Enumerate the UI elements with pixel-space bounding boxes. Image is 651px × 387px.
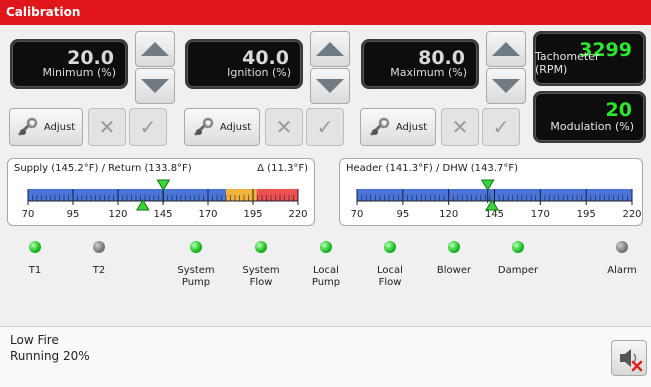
supply-return-gauge: Supply (145.2°F) / Return (133.8°F) Δ (1… xyxy=(7,158,315,226)
supply-return-tick-label: 95 xyxy=(67,209,80,220)
supply-return-scale-band xyxy=(256,189,298,201)
status-led-system xyxy=(190,241,202,253)
ignition-label: Ignition (%) xyxy=(227,66,291,79)
status-led-label: Damper xyxy=(497,265,539,276)
status-led-blower xyxy=(448,241,460,253)
status-led-label: T1 xyxy=(28,265,42,276)
status-led-alarm xyxy=(616,241,628,253)
status-led-local xyxy=(384,241,396,253)
maximum-down-button[interactable] xyxy=(486,68,526,104)
supply-return-tick-label: 195 xyxy=(243,209,262,220)
header-dhw-scale: 70 95 120 145 170 195 220 xyxy=(351,179,642,220)
minimum-confirm-button[interactable]: ✓ xyxy=(129,108,167,146)
header-dhw-tick-label: 220 xyxy=(622,209,641,220)
x-icon: ✕ xyxy=(275,115,293,139)
supply-return-scale: 70 95 120 145 170 195 220 xyxy=(22,179,308,220)
arrow-down-icon xyxy=(492,79,520,93)
header-dhw-gauge: Header (141.3°F) / DHW (143.7°F) 70 95 120… xyxy=(339,158,643,226)
status-led-label: System Flow xyxy=(242,265,280,288)
supply-return-tick-label: 170 xyxy=(198,209,217,220)
minimum-down-button[interactable] xyxy=(135,68,175,104)
supply-return-tick-label: 70 xyxy=(22,209,35,220)
status-led-t1 xyxy=(29,241,41,253)
supply-return-tick-label: 220 xyxy=(288,209,307,220)
wrench-icon xyxy=(194,117,214,136)
header-dhw-tick-label: 170 xyxy=(531,209,550,220)
status-led-local xyxy=(320,241,332,253)
status-led-label: Blower xyxy=(436,265,472,276)
maximum-cancel-button[interactable]: ✕ xyxy=(441,108,479,146)
arrow-down-icon xyxy=(141,79,169,93)
arrow-up-icon xyxy=(316,42,344,56)
status-led-t2 xyxy=(93,241,105,253)
ignition-display: 40.0 Ignition (%) xyxy=(185,39,303,89)
maximum-confirm-button[interactable]: ✓ xyxy=(482,108,520,146)
maximum-label: Maximum (%) xyxy=(390,66,467,79)
header-dhw-tick-label: 70 xyxy=(351,209,364,220)
ignition-up-button[interactable] xyxy=(310,31,350,67)
status-line-1: Low Fire xyxy=(10,333,59,347)
tachometer-label: Tachometer (RPM) xyxy=(535,50,600,76)
wrench-icon xyxy=(18,117,38,136)
supply-return-marker-down xyxy=(156,179,171,191)
minimum-label: Minimum (%) xyxy=(42,66,116,79)
speaker-mute-icon xyxy=(620,349,643,372)
minimum-up-button[interactable] xyxy=(135,31,175,67)
supply-return-tick-label: 120 xyxy=(108,209,127,220)
maximum-up-button[interactable] xyxy=(486,31,526,67)
wrench-icon xyxy=(370,117,390,136)
adjust-label: Adjust xyxy=(219,121,252,133)
header-dhw-tick-label: 120 xyxy=(439,209,458,220)
header-dhw-marker-down xyxy=(480,179,495,191)
ignition-confirm-button[interactable]: ✓ xyxy=(306,108,344,146)
status-led-label: Alarm xyxy=(607,265,637,276)
check-icon: ✓ xyxy=(139,115,157,139)
window-title: Calibration xyxy=(6,5,81,19)
header-dhw-tick-label: 195 xyxy=(577,209,596,220)
mute-button[interactable] xyxy=(611,340,647,376)
modulation-value: 20 xyxy=(605,99,632,121)
arrow-down-icon xyxy=(316,79,344,93)
arrow-up-icon xyxy=(141,42,169,56)
x-icon: ✕ xyxy=(451,115,469,139)
status-led-label: Local Pump xyxy=(311,265,341,288)
check-icon: ✓ xyxy=(316,115,334,139)
maximum-display: 80.0 Maximum (%) xyxy=(361,39,479,89)
supply-return-tick-label: 145 xyxy=(153,209,172,220)
status-led-label: System Pump xyxy=(177,265,215,288)
title-bar: Calibration xyxy=(0,0,651,25)
status-bar: Low Fire Running 20% xyxy=(0,326,651,387)
ignition-down-button[interactable] xyxy=(310,68,350,104)
check-icon: ✓ xyxy=(492,115,510,139)
arrow-up-icon xyxy=(492,42,520,56)
status-led-label: Local Flow xyxy=(377,265,403,288)
status-led-damper xyxy=(512,241,524,253)
ignition-cancel-button[interactable]: ✕ xyxy=(265,108,303,146)
status-led-system xyxy=(255,241,267,253)
minimum-cancel-button[interactable]: ✕ xyxy=(88,108,126,146)
x-icon: ✕ xyxy=(98,115,116,139)
maximum-adjust-button[interactable]: Adjust xyxy=(360,108,436,146)
minimum-adjust-button[interactable]: Adjust xyxy=(9,108,83,146)
modulation-label: Modulation (%) xyxy=(550,120,634,133)
header-dhw-tick-label: 145 xyxy=(485,209,504,220)
adjust-label: Adjust xyxy=(395,121,428,133)
status-line-2: Running 20% xyxy=(10,349,90,363)
ignition-adjust-button[interactable]: Adjust xyxy=(184,108,260,146)
minimum-display: 20.0 Minimum (%) xyxy=(10,39,128,89)
tachometer-display: 3299 Tachometer (RPM) xyxy=(533,31,646,86)
header-dhw-tick-label: 95 xyxy=(396,209,409,220)
adjust-label: Adjust xyxy=(43,121,76,133)
status-led-label: T2 xyxy=(92,265,106,276)
modulation-display: 20 Modulation (%) xyxy=(533,91,646,143)
